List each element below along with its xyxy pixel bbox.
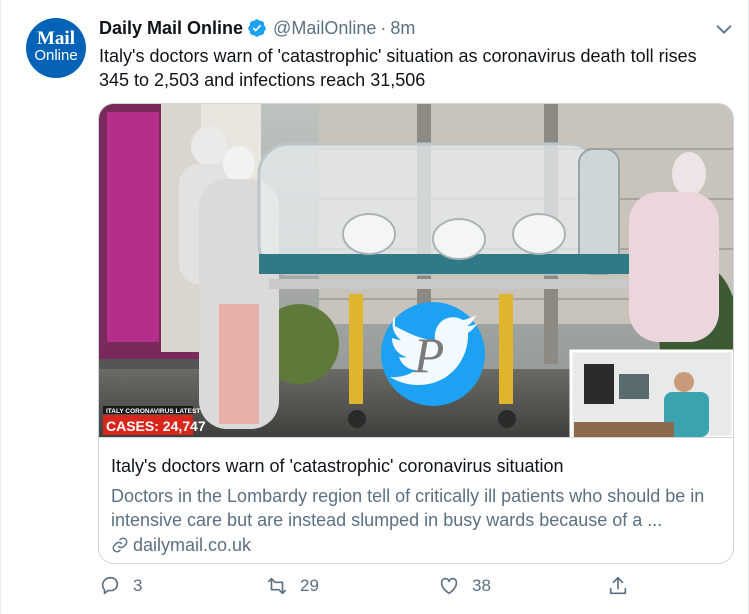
tweet[interactable]: Mail Online Daily Mail Online @MailOnlin… [0, 0, 749, 614]
author-name[interactable]: Daily Mail Online [99, 18, 243, 39]
like-button[interactable]: 38 [438, 575, 491, 597]
avatar[interactable]: Mail Online [26, 18, 86, 78]
tweet-text: Italy's doctors warn of 'catastrophic' s… [99, 46, 697, 90]
card-domain-text: dailymail.co.uk [133, 535, 252, 555]
heart-icon [440, 577, 458, 595]
avatar-logo-line1: Mail [37, 28, 75, 49]
card-description: Doctors in the Lombardy region tell of c… [111, 486, 705, 530]
retweet-button[interactable]: 29 [266, 575, 319, 597]
link-icon [112, 537, 128, 553]
card-image[interactable]: P ITALY CORONAVIRUS LATEST CASES: 24,747 [99, 104, 733, 437]
reply-icon [101, 576, 119, 595]
cases-overlay-label: ITALY CORONAVIRUS LATEST [106, 408, 200, 415]
link-card[interactable]: P ITALY CORONAVIRUS LATEST CASES: 24,747… [98, 103, 734, 564]
tweet-actions: 3 29 38 [1, 575, 749, 603]
retweet-icon [267, 577, 287, 595]
card-body[interactable]: Italy's doctors warn of 'catastrophic' c… [99, 437, 733, 555]
chevron-down-icon[interactable] [713, 18, 735, 40]
share-button[interactable] [607, 575, 641, 597]
retweet-count: 29 [300, 576, 319, 595]
reply-count: 3 [133, 576, 143, 595]
timestamp[interactable]: 8m [390, 18, 415, 39]
tweet-header: Daily Mail Online @MailOnline · 8m [99, 16, 415, 40]
reply-button[interactable]: 3 [99, 575, 142, 597]
separator-dot: · [380, 17, 387, 38]
card-domain[interactable]: dailymail.co.uk [111, 534, 251, 556]
like-count: 38 [472, 576, 491, 595]
verified-badge-icon [248, 19, 266, 37]
author-handle[interactable]: @MailOnline [273, 18, 376, 39]
share-icon [609, 576, 627, 595]
card-title[interactable]: Italy's doctors warn of 'catastrophic' c… [111, 455, 564, 477]
avatar-logo-line2: Online [34, 47, 78, 64]
watermark-letter: P [413, 327, 445, 383]
cases-overlay-count: CASES: 24,747 [106, 418, 206, 434]
